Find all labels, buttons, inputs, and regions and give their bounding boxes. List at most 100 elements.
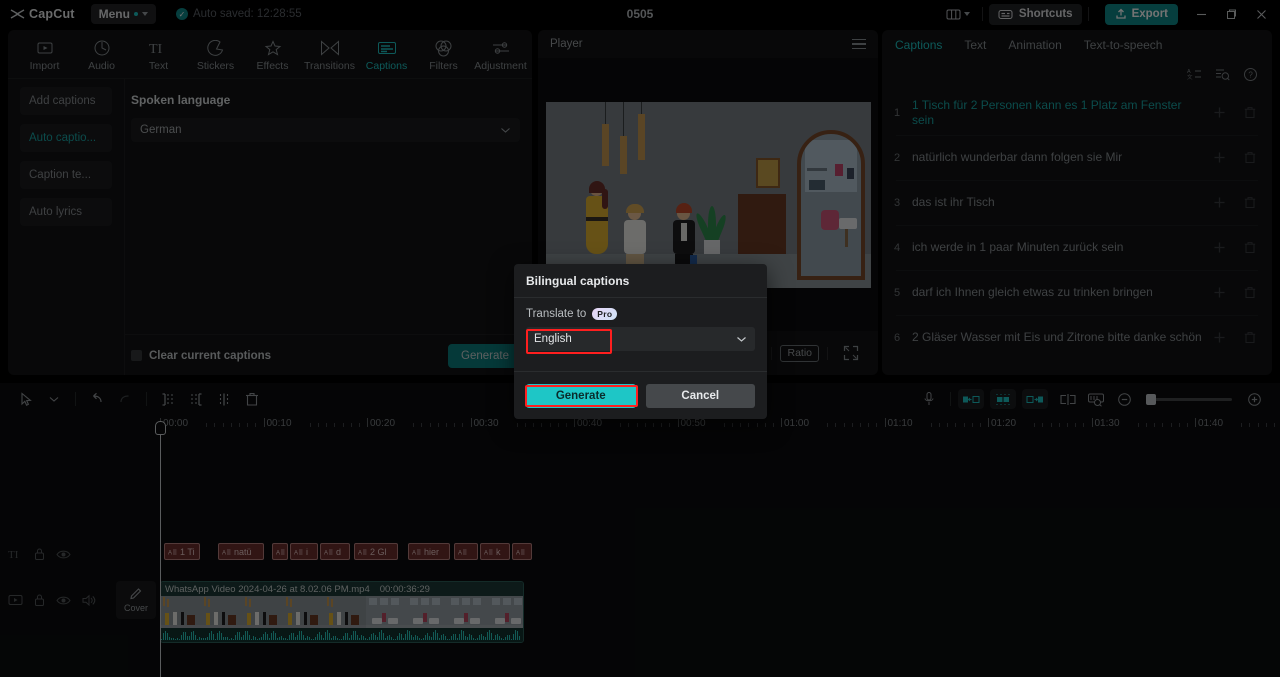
maximize-button[interactable] [1216,0,1246,28]
zoom-out-icon[interactable] [1110,386,1138,412]
minimize-button[interactable] [1186,0,1216,28]
lock-icon[interactable] [33,547,46,561]
layout-button[interactable] [940,6,976,22]
delete-caption-icon[interactable] [1244,196,1256,209]
clear-captions-checkbox[interactable]: Clear current captions [131,350,271,362]
subnav-item-1[interactable]: Auto captio... [20,124,112,152]
fullscreen-icon[interactable] [836,338,866,368]
caption-row[interactable]: 3das ist ihr Tisch [882,180,1272,225]
right-tab-captions[interactable]: Captions [895,38,942,52]
right-tab-animation[interactable]: Animation [1008,38,1061,52]
caption-text[interactable]: darf ich Ihnen gleich etwas zu trinken b… [912,285,1213,300]
volume-icon[interactable] [81,594,96,607]
shortcuts-button[interactable]: Shortcuts [989,4,1082,25]
record-voiceover-icon[interactable] [915,386,943,412]
export-button[interactable]: Export [1105,4,1178,25]
subnav-item-3[interactable]: Auto lyrics [20,198,112,226]
caption-row[interactable]: 2natürlich wunderbar dann folgen sie Mir [882,135,1272,180]
tab-audio[interactable]: Audio [73,34,130,72]
cover-button[interactable]: Cover [116,581,156,619]
add-caption-icon[interactable] [1213,331,1226,344]
caption-clip[interactable]: A [512,543,532,560]
caption-row[interactable]: 11 Tisch für 2 Personen kann es 1 Platz … [882,90,1272,135]
batch-edit-icon[interactable]: A文 [1187,67,1202,81]
panel-generate-button[interactable]: Generate [448,344,522,368]
caption-clip[interactable]: Ak [480,543,510,560]
delete-caption-icon[interactable] [1244,106,1256,119]
snap-center-icon[interactable] [990,389,1016,409]
right-tab-text-to-speech[interactable]: Text-to-speech [1084,38,1163,52]
delete-icon[interactable] [238,386,266,412]
caption-row[interactable]: 5darf ich Ihnen gleich etwas zu trinken … [882,270,1272,315]
delete-caption-icon[interactable] [1244,151,1256,164]
delete-caption-icon[interactable] [1244,331,1256,344]
caption-clip[interactable]: A1 Ti [164,543,200,560]
caption-clip[interactable]: Ahier [408,543,450,560]
tab-captions[interactable]: Captions [358,34,415,72]
select-tool-icon[interactable] [12,386,40,412]
caption-text[interactable]: 2 Gläser Wasser mit Eis und Zitrone bitt… [912,330,1213,345]
add-caption-icon[interactable] [1213,286,1226,299]
caption-clip[interactable]: A2 Gl [354,543,398,560]
caption-text[interactable]: ich werde in 1 paar Minuten zurück sein [912,240,1213,255]
tab-effects[interactable]: Effects [244,34,301,72]
subnav-item-2[interactable]: Caption te... [20,161,112,189]
eye-icon[interactable] [56,549,71,560]
tab-transitions[interactable]: Transitions [301,34,358,72]
add-caption-icon[interactable] [1213,196,1226,209]
undo-icon[interactable] [83,386,111,412]
caption-clip[interactable]: Ai [290,543,318,560]
caption-clip[interactable]: Anatü [218,543,264,560]
playhead[interactable] [160,435,161,677]
tab-adjustment[interactable]: Adjustment [472,34,529,72]
caption-clip[interactable]: Ad [320,543,350,560]
split-right-icon[interactable] [182,386,210,412]
spoken-language-select[interactable]: German [131,118,520,142]
help-icon[interactable]: ? [1243,67,1258,82]
zoom-slider[interactable] [1146,398,1232,401]
playhead-handle[interactable] [155,421,166,435]
split-icon[interactable] [210,386,238,412]
add-caption-icon[interactable] [1213,241,1226,254]
dialog-generate-button[interactable]: Generate [526,384,636,408]
caption-clip[interactable]: A [454,543,478,560]
captions-list[interactable]: 11 Tisch für 2 Personen kann es 1 Platz … [882,90,1272,375]
tab-import[interactable]: Import [16,34,73,72]
ratio-button[interactable]: Ratio [780,345,819,362]
snap-left-icon[interactable] [958,389,984,409]
eye-icon[interactable] [56,595,71,606]
subnav-item-0[interactable]: Add captions [20,87,112,115]
chevron-down-icon[interactable] [40,386,68,412]
zoom-in-icon[interactable] [1240,386,1268,412]
hamburger-icon[interactable] [852,39,866,50]
video-clip[interactable]: WhatsApp Video 2024-04-26 at 8.02.06 PM.… [160,581,524,643]
delete-caption-icon[interactable] [1244,286,1256,299]
add-caption-icon[interactable] [1213,151,1226,164]
tab-filters[interactable]: Filters [415,34,472,72]
tab-stickers[interactable]: Stickers [187,34,244,72]
translate-language-select[interactable]: English [526,327,755,351]
keyframe-panel-icon[interactable] [1082,386,1110,412]
caption-text[interactable]: natürlich wunderbar dann folgen sie Mir [912,150,1213,165]
video-preview[interactable]: ...hnen. ster sein [546,102,871,288]
caption-row[interactable]: 4ich werde in 1 paar Minuten zurück sein [882,225,1272,270]
caption-text[interactable]: das ist ihr Tisch [912,195,1213,210]
find-replace-icon[interactable] [1215,67,1230,81]
add-caption-icon[interactable] [1213,106,1226,119]
redo-icon[interactable] [111,386,139,412]
right-tab-text[interactable]: Text [964,38,986,52]
mirror-icon[interactable] [1054,386,1082,412]
menu-button[interactable]: Menu [91,4,156,24]
check-icon: ✓ [176,8,188,20]
tab-text[interactable]: TIText [130,34,187,72]
zoom-slider-handle[interactable] [1146,394,1156,405]
lock-icon[interactable] [33,593,46,607]
delete-caption-icon[interactable] [1244,241,1256,254]
caption-clip[interactable]: A [272,543,288,560]
close-button[interactable] [1246,0,1276,28]
caption-text[interactable]: 1 Tisch für 2 Personen kann es 1 Platz a… [912,98,1213,128]
caption-row[interactable]: 62 Gläser Wasser mit Eis und Zitrone bit… [882,315,1272,360]
split-left-icon[interactable] [154,386,182,412]
dialog-cancel-button[interactable]: Cancel [646,384,756,408]
snap-right-icon[interactable] [1022,389,1048,409]
